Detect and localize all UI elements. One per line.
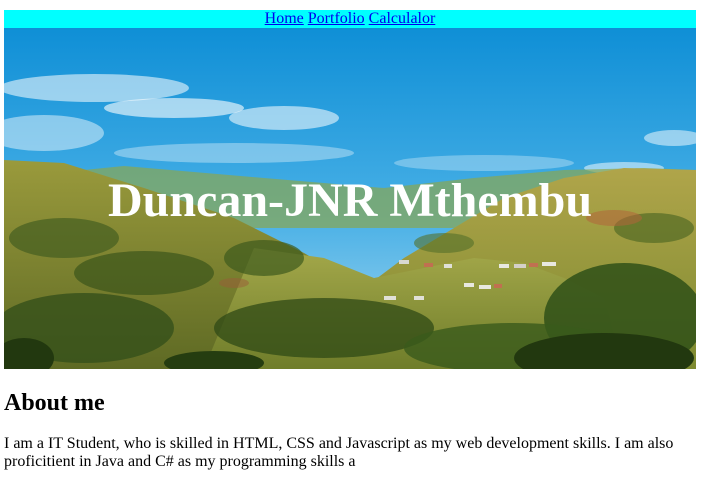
top-nav: Home Portfolio Calculalor xyxy=(4,10,696,28)
nav-link-portfolio[interactable]: Portfolio xyxy=(308,10,365,27)
page: Home Portfolio Calculalor Duncan-JNR Mth… xyxy=(0,0,703,484)
about-text: I am a IT Student, who is skilled in HTM… xyxy=(4,435,674,470)
hero-banner: Duncan-JNR Mthembu xyxy=(4,28,696,369)
about-heading: About me xyxy=(4,390,105,416)
hero-title: Duncan-JNR Mthembu xyxy=(107,174,593,227)
nav-link-home[interactable]: Home xyxy=(265,10,304,27)
nav-link-calculator[interactable]: Calculalor xyxy=(369,10,436,27)
